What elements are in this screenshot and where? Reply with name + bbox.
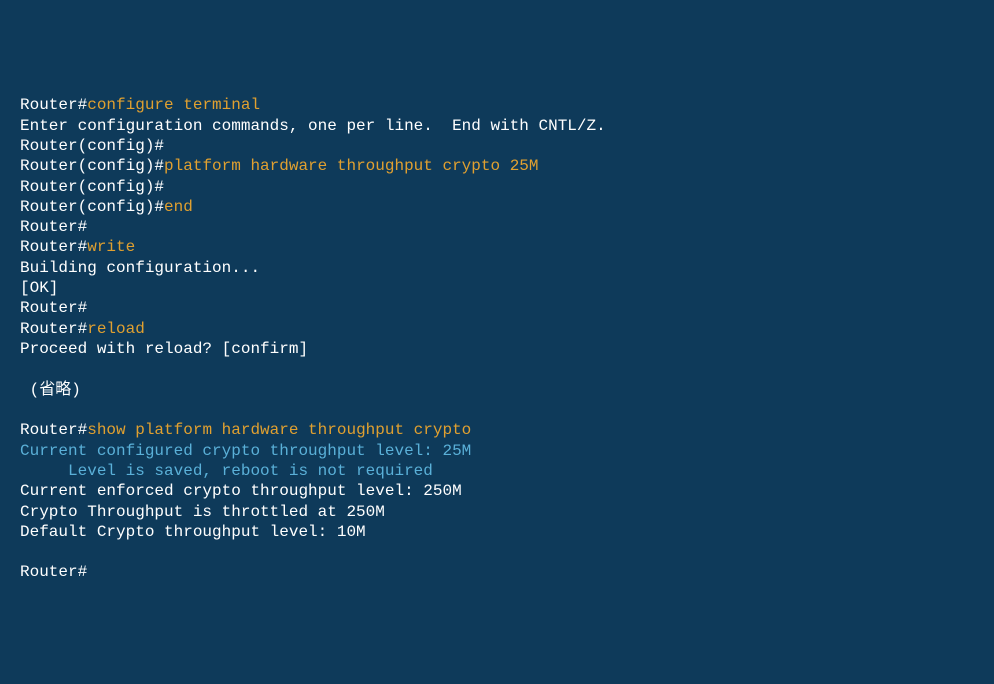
output-text: Crypto Throughput is throttled at 250M	[20, 503, 385, 521]
terminal-line: Level is saved, reboot is not required	[20, 461, 974, 481]
prompt-text: Router#	[20, 299, 87, 317]
terminal-line: Router#configure terminal	[20, 95, 974, 115]
terminal-line: Router#	[20, 217, 974, 237]
command-text: platform hardware throughput crypto 25M	[164, 157, 538, 175]
prompt-text: Router#	[20, 96, 87, 114]
terminal-line: Router#write	[20, 237, 974, 257]
prompt-text: Router#	[20, 238, 87, 256]
terminal-line: Current enforced crypto throughput level…	[20, 481, 974, 501]
output-text: (省略)	[20, 381, 81, 399]
terminal-line: Building configuration...	[20, 258, 974, 278]
output-text: [OK]	[20, 279, 58, 297]
prompt-text: Router#	[20, 421, 87, 439]
terminal-line: Router(config)#	[20, 177, 974, 197]
command-text: write	[87, 238, 135, 256]
terminal-line: Router(config)#end	[20, 197, 974, 217]
terminal-line	[20, 542, 974, 562]
info-text: Current configured crypto throughput lev…	[20, 442, 471, 460]
terminal-line: Enter configuration commands, one per li…	[20, 116, 974, 136]
prompt-text: Router#	[20, 320, 87, 338]
output-text: Enter configuration commands, one per li…	[20, 117, 606, 135]
terminal-line: Router#show platform hardware throughput…	[20, 420, 974, 440]
terminal-line: Crypto Throughput is throttled at 250M	[20, 502, 974, 522]
output-text: Proceed with reload? [confirm]	[20, 340, 308, 358]
command-text: end	[164, 198, 193, 216]
terminal-line	[20, 400, 974, 420]
terminal-line: Proceed with reload? [confirm]	[20, 339, 974, 359]
terminal-line	[20, 359, 974, 379]
prompt-text: Router#	[20, 563, 87, 581]
command-text: configure terminal	[87, 96, 260, 114]
terminal-line: Router#	[20, 298, 974, 318]
output-text: Building configuration...	[20, 259, 260, 277]
terminal-line: Router#	[20, 562, 974, 582]
terminal-line: Router#reload	[20, 319, 974, 339]
terminal-output[interactable]: Router#configure terminalEnter configura…	[20, 95, 974, 583]
terminal-line: (省略)	[20, 380, 974, 400]
output-text: Current enforced crypto throughput level…	[20, 482, 462, 500]
info-text: Level is saved, reboot is not required	[20, 462, 433, 480]
terminal-line: Router(config)#platform hardware through…	[20, 156, 974, 176]
prompt-text: Router#	[20, 218, 87, 236]
terminal-line: [OK]	[20, 278, 974, 298]
terminal-line: Router(config)#	[20, 136, 974, 156]
command-text: show platform hardware throughput crypto	[87, 421, 471, 439]
prompt-text: Router(config)#	[20, 137, 164, 155]
prompt-text: Router(config)#	[20, 198, 164, 216]
output-text: Default Crypto throughput level: 10M	[20, 523, 366, 541]
terminal-line: Default Crypto throughput level: 10M	[20, 522, 974, 542]
prompt-text: Router(config)#	[20, 178, 164, 196]
terminal-line: Current configured crypto throughput lev…	[20, 441, 974, 461]
prompt-text: Router(config)#	[20, 157, 164, 175]
command-text: reload	[87, 320, 145, 338]
